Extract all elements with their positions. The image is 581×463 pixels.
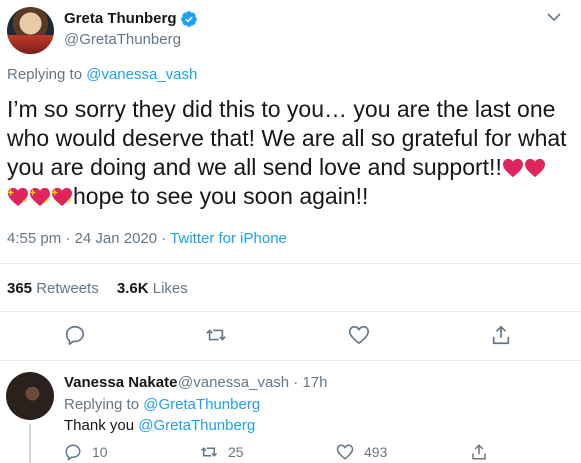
- reply-like-button[interactable]: 493: [336, 443, 387, 461]
- reply-icon: [65, 444, 81, 461]
- likes-stat[interactable]: 3.6K Likes: [117, 280, 188, 297]
- verified-badge-icon: [181, 11, 197, 27]
- reply-author-handle[interactable]: @vanessa_vash · 17h: [178, 374, 327, 391]
- author-avatar[interactable]: [7, 7, 54, 54]
- divider: [0, 263, 581, 264]
- sparkling-heart-icon: [51, 187, 72, 207]
- likes-count: 3.6K: [116, 280, 149, 297]
- reply-share-button[interactable]: [470, 443, 498, 461]
- sparkling-heart-icon: [7, 187, 28, 207]
- replying-to-link[interactable]: @vanessa_vash: [86, 66, 197, 83]
- like-icon: [336, 444, 354, 460]
- tweet-stats: 365 Retweets 3.6K Likes: [7, 280, 188, 297]
- tweet-text-part2: hope to see you soon again!!: [73, 183, 369, 209]
- reply-text-mention[interactable]: @GretaThunberg: [138, 417, 255, 434]
- tweet-meta: 4:55 pm · 24 Jan 2020 · Twitter for iPho…: [7, 230, 287, 247]
- reply-retweet-button[interactable]: 25: [200, 443, 244, 461]
- chevron-down-icon[interactable]: [547, 12, 561, 22]
- replying-to: Replying to @vanessa_vash: [7, 66, 197, 83]
- retweets-count: 365: [7, 280, 33, 297]
- sparkling-heart-icon: [29, 187, 50, 207]
- author-handle[interactable]: @GretaThunberg: [64, 31, 181, 48]
- tweet-timestamp[interactable]: 4:55 pm · 24 Jan 2020 ·: [7, 230, 170, 247]
- reply-reply-count: 10: [92, 444, 108, 460]
- reply-author-name[interactable]: Vanessa Nakate: [64, 374, 177, 391]
- thread-line: [29, 424, 31, 463]
- tweet-text: I’m so sorry they did this to you… you a…: [7, 95, 577, 211]
- reply-retweet-count: 25: [228, 444, 244, 460]
- likes-label: Likes: [148, 280, 188, 297]
- reply-like-count: 493: [364, 444, 388, 460]
- divider: [0, 360, 581, 361]
- replying-prefix: Replying to: [7, 66, 87, 83]
- reply-text-prefix: Thank you: [64, 417, 139, 434]
- retweet-icon[interactable]: [205, 324, 227, 346]
- like-icon[interactable]: [348, 324, 370, 346]
- share-icon: [472, 444, 486, 460]
- tweet-text-part1: I’m so sorry they did this to you… you a…: [7, 96, 567, 180]
- retweet-icon: [200, 447, 218, 457]
- author-name[interactable]: Greta Thunberg: [64, 10, 177, 27]
- reply-text: Thank you @GretaThunberg: [64, 417, 255, 434]
- divider: [0, 311, 581, 312]
- reply-author-avatar[interactable]: [6, 372, 54, 420]
- reply-replying-to-link[interactable]: @GretaThunberg: [143, 396, 260, 413]
- red-heart-icon: [524, 158, 545, 178]
- reply-replying-prefix: Replying to: [64, 396, 144, 413]
- reply-reply-button[interactable]: 10: [64, 443, 108, 461]
- reply-icon[interactable]: [64, 324, 86, 346]
- share-icon[interactable]: [490, 324, 512, 346]
- retweets-label: Retweets: [32, 280, 99, 297]
- retweets-stat[interactable]: 365 Retweets: [7, 280, 99, 297]
- reply-replying-to: Replying to @GretaThunberg: [64, 396, 260, 413]
- red-heart-icon: [502, 158, 523, 178]
- tweet-source[interactable]: Twitter for iPhone: [170, 230, 287, 247]
